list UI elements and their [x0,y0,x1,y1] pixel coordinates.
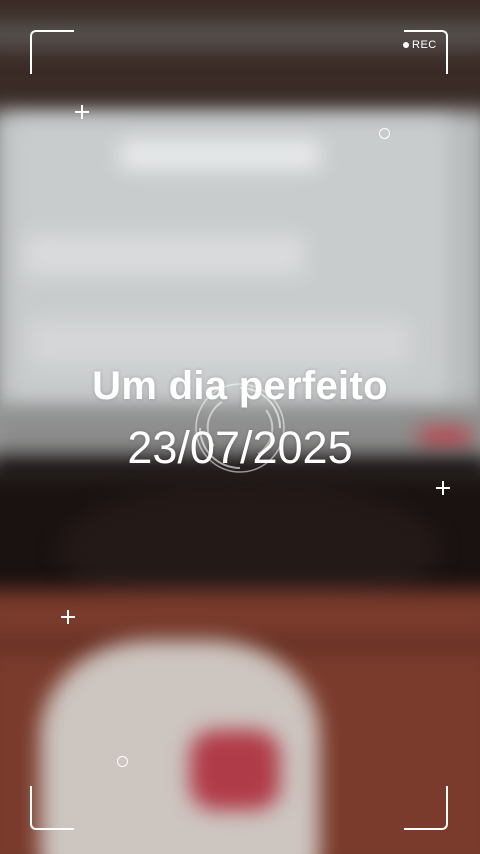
plus-marker-icon [436,481,450,495]
record-dot-icon [403,42,409,48]
rec-indicator: REC [403,38,437,52]
circle-marker-icon [117,756,128,767]
frame-corner-bottom-right [404,786,448,830]
caption-date: 23/07/2025 [127,422,353,473]
frame-corner-top-left [30,30,74,74]
recording-overlay: REC Um dia perfeito 23/07/2025 [0,0,480,854]
rec-label: REC [412,39,437,51]
frame-corner-bottom-left [30,786,74,830]
plus-marker-icon [61,610,75,624]
circle-marker-icon [379,128,390,139]
caption-title: Um dia perfeito [92,364,388,408]
plus-marker-icon [75,105,89,119]
frame-corner-top-right [404,30,448,74]
